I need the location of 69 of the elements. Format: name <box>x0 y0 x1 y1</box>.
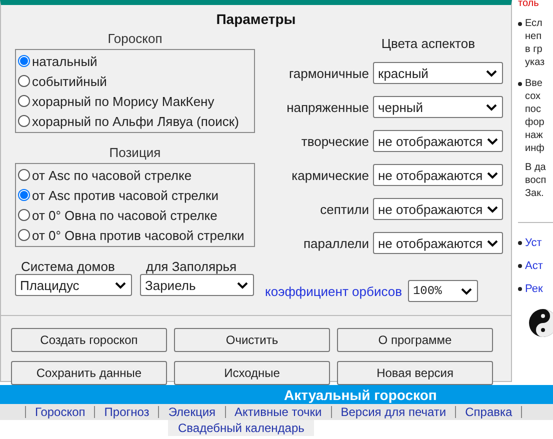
sidebar-link[interactable]: Аст <box>525 260 543 272</box>
radio-option[interactable]: от Asc против часовой стрелки <box>18 185 252 205</box>
chevron-down-icon <box>460 288 472 294</box>
action-button[interactable]: Сохранить данные <box>11 361 167 385</box>
dropdown[interactable]: Плацидус <box>15 274 132 296</box>
orbis-link[interactable]: коэффициент орбисов <box>265 284 402 298</box>
radio-button[interactable] <box>18 75 30 87</box>
dropdown[interactable]: Зариель <box>140 274 254 296</box>
field-label: септили <box>320 202 369 216</box>
radio-option[interactable]: от 0° Овна по часовой стрелке <box>18 205 252 225</box>
nav-link[interactable]: Гороскоп <box>25 406 94 418</box>
action-button[interactable]: Новая версия <box>337 361 493 385</box>
field-label: творческие <box>301 134 369 148</box>
chevron-down-icon <box>115 282 126 288</box>
radio-option[interactable]: хорарный по Морису МакКену <box>18 91 252 111</box>
note-text: Есл неп в гр указ <box>525 17 545 69</box>
group-label: Гороскоп <box>106 31 164 46</box>
radio-button[interactable] <box>18 229 30 241</box>
dropdown[interactable]: не отображаются <box>373 232 503 254</box>
chevron-down-icon <box>486 70 497 76</box>
action-button[interactable]: О программе <box>337 328 493 352</box>
radio-button[interactable] <box>18 95 30 107</box>
group-label: Позиция <box>108 145 162 160</box>
radio-button[interactable] <box>18 55 30 67</box>
radio-button[interactable] <box>18 189 30 201</box>
section-banner: Актуальный гороскоп <box>0 385 553 404</box>
radio-option[interactable]: от 0° Овна против часовой стрелки <box>18 225 252 245</box>
nav-link[interactable]: Свадебный календарь <box>168 420 314 436</box>
nav-link[interactable]: Справка <box>455 406 522 418</box>
dropdown[interactable]: не отображаются <box>373 130 503 152</box>
chevron-down-icon <box>486 138 498 144</box>
field-label: гармоничные <box>288 66 369 80</box>
sidebar-link[interactable]: Рек <box>525 282 543 294</box>
field-label: для Заполярья <box>146 259 238 274</box>
field-label: кармические <box>292 168 369 182</box>
radio-button[interactable] <box>18 115 30 127</box>
cut-text: толь <box>518 0 540 9</box>
field-label: напряженные <box>286 100 369 114</box>
chevron-down-icon <box>486 206 498 212</box>
radio-option[interactable]: от Asc по часовой стрелке <box>18 165 252 185</box>
chevron-down-icon <box>486 240 498 246</box>
sidebar-link[interactable]: Уст <box>525 236 542 248</box>
dropdown[interactable]: 100% <box>408 280 478 302</box>
action-button[interactable]: Очистить <box>174 328 330 352</box>
field-label: параллели <box>303 236 369 250</box>
field-label: Система домов <box>21 259 116 274</box>
action-button[interactable]: Исходные <box>174 361 330 385</box>
radio-button[interactable] <box>18 209 30 221</box>
dropdown[interactable]: не отображаются <box>373 198 503 220</box>
nav-link[interactable]: Элекция <box>158 406 225 418</box>
group-label: Цвета аспектов <box>380 36 476 51</box>
radio-option[interactable]: натальный <box>18 51 252 71</box>
radio-option[interactable]: хорарный по Альфи Лявуа (поиск) <box>18 111 252 131</box>
dropdown[interactable]: красный <box>373 62 503 84</box>
chevron-down-icon <box>486 172 498 178</box>
note-text: Вве сох пос фор наж инф <box>525 77 544 155</box>
chevron-down-icon <box>237 282 248 288</box>
radio-option[interactable]: событийный <box>18 71 252 91</box>
nav-link[interactable]: Активные точки <box>224 406 331 418</box>
nav-link[interactable]: Прогноз <box>94 406 158 418</box>
dropdown[interactable]: черный <box>373 96 503 118</box>
radio-button[interactable] <box>18 169 30 181</box>
chevron-down-icon <box>486 104 497 110</box>
action-button[interactable]: Создать гороскоп <box>11 328 167 352</box>
yin-yang-icon <box>528 308 553 338</box>
nav-link[interactable]: Версия для печати <box>330 406 456 418</box>
panel-title: Параметры <box>215 11 297 27</box>
note-text: В да восп Зак. <box>525 161 548 200</box>
dropdown[interactable]: не отображаются <box>373 164 503 186</box>
